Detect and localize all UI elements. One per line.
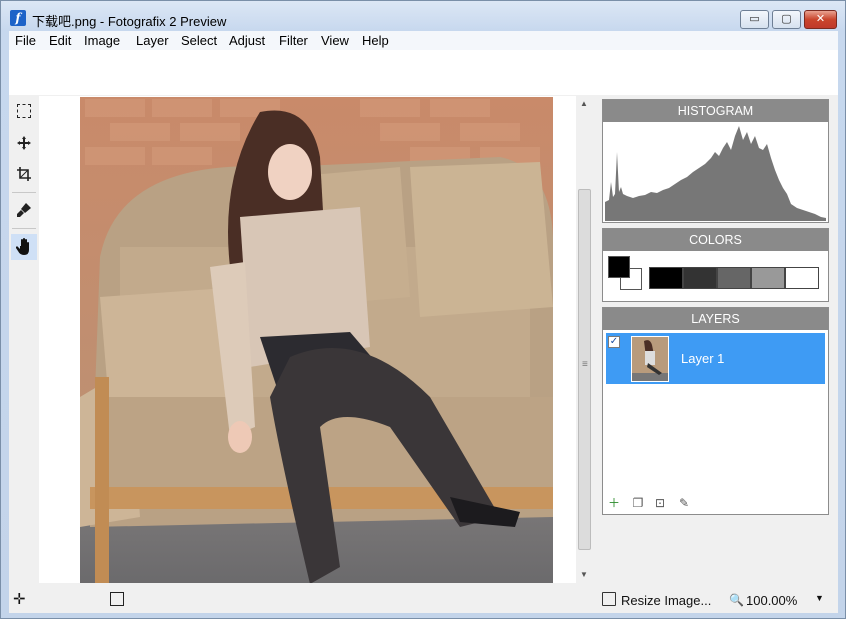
app-window: f 下载吧.png - Fotografix 2 Preview ▭ ▢ ✕ F… [0,0,846,619]
foreground-color-swatch[interactable] [608,256,630,278]
scroll-up-icon[interactable]: ▲ [580,99,588,108]
menu-layer[interactable]: Layer [136,33,169,48]
scroll-thumb[interactable]: ≡ [578,189,591,550]
brush-tool[interactable] [11,197,37,223]
palette-swatch[interactable] [785,267,819,289]
menu-edit[interactable]: Edit [49,33,71,48]
histogram-panel: HISTOGRAM [602,99,829,223]
title-bar: f 下载吧.png - Fotografix 2 Preview ▭ ▢ ✕ [1,1,845,33]
layer-visibility-checkbox[interactable]: ✓ [608,336,620,348]
menu-image[interactable]: Image [84,33,120,48]
brush-icon [17,203,31,217]
zoom-value[interactable]: 100.00% [746,593,797,608]
tool-separator [12,192,36,193]
crop-icon [17,167,31,181]
close-button[interactable]: ✕ [804,10,837,29]
wrench-icon[interactable]: ✎ [676,495,692,511]
layer-properties-icon[interactable]: ⊡ [652,495,668,511]
palette-swatch[interactable] [717,267,751,289]
scroll-down-icon[interactable]: ▼ [580,570,588,579]
workspace: ▲ ≡ ▼ HISTOGRAM COLORS LAYERS ✓ Layer 1 … [9,95,838,613]
menu-file[interactable]: File [15,33,36,48]
layer-thumbnail [631,336,669,382]
hand-tool[interactable] [11,234,37,260]
layer-name: Layer 1 [681,351,725,366]
menu-select[interactable]: Select [181,33,217,48]
colors-panel: COLORS [602,228,829,302]
document-image[interactable] [80,97,553,584]
tool-strip [9,95,39,583]
window-title: 下载吧.png - Fotografix 2 Preview [32,14,227,29]
photo-content [80,97,553,584]
resize-image-button[interactable]: Resize Image... [621,593,711,608]
histogram-graph [605,126,826,221]
navigator-icon[interactable]: ✛ [13,590,26,608]
canvas-area[interactable] [39,96,576,584]
menu-help[interactable]: Help [362,33,389,48]
vertical-scrollbar[interactable]: ▲ ≡ ▼ [576,96,593,583]
hand-icon [16,238,29,255]
palette-swatch[interactable] [751,267,785,289]
menu-adjust[interactable]: Adjust [229,33,265,48]
zoom-icon: 🔍 [729,593,744,607]
menu-bar: File Edit Image Layer Select Adjust Filt… [9,31,838,50]
maximize-button[interactable]: ▢ [772,10,801,29]
tool-separator [12,228,36,229]
rect-select-tool[interactable] [11,98,37,124]
move-tool[interactable] [11,130,37,156]
add-layer-icon[interactable]: ＋ [606,495,622,511]
duplicate-layer-icon[interactable]: ❐ [630,495,646,511]
move-icon [17,136,31,150]
colors-title: COLORS [603,229,828,251]
rect-select-icon [17,104,31,118]
status-bar: ✛ Resize Image... 🔍 100.00% ▼ [9,583,838,613]
app-icon: f [10,10,26,26]
grip-icon: ≡ [582,359,588,370]
fit-to-window-icon[interactable] [110,592,124,606]
crop-tool[interactable] [11,161,37,187]
layer-row[interactable]: ✓ Layer 1 [606,333,825,384]
palette-swatch[interactable] [649,267,683,289]
image-icon [602,592,616,606]
menu-filter[interactable]: Filter [279,33,308,48]
options-toolbar [9,50,838,95]
palette-swatch[interactable] [683,267,717,289]
histogram-title: HISTOGRAM [603,100,828,122]
layers-panel: LAYERS ✓ Layer 1 ＋ ❐ ⊡ ✎ [602,307,829,515]
menu-view[interactable]: View [321,33,349,48]
layers-title: LAYERS [603,308,828,330]
zoom-dropdown-icon[interactable]: ▼ [815,593,824,603]
minimize-button[interactable]: ▭ [740,10,769,29]
